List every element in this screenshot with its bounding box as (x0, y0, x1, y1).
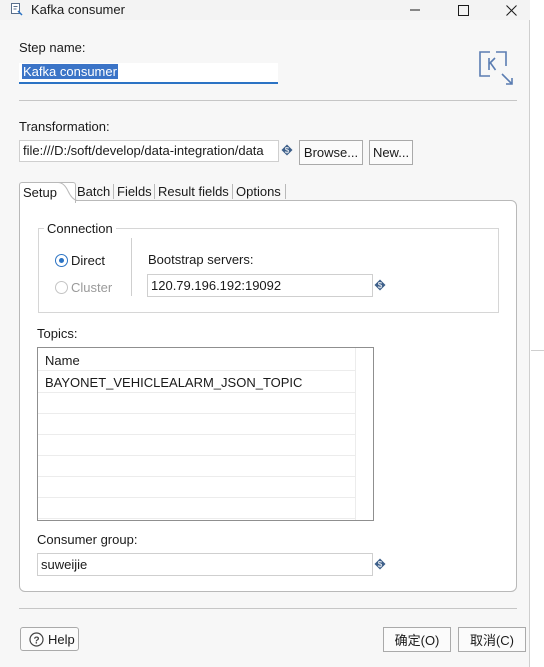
variable-icon: $ (374, 558, 386, 570)
minimize-icon (410, 9, 420, 11)
bootstrap-servers-label: Bootstrap servers: (148, 252, 254, 267)
title-bar: Kafka consumer (0, 0, 530, 20)
maximize-button[interactable] (440, 0, 486, 20)
table-row[interactable] (38, 477, 355, 498)
tab-divider (154, 184, 155, 199)
tab-batch[interactable]: Batch (75, 182, 112, 201)
tab-divider (285, 184, 286, 199)
consumer-group-label: Consumer group: (37, 532, 138, 547)
consumer-group-input[interactable]: suweijie (37, 553, 373, 576)
tab-divider (113, 184, 114, 199)
table-row[interactable]: BAYONET_VEHICLEALARM_JSON_TOPIC (38, 372, 355, 393)
direct-radio[interactable] (55, 254, 68, 267)
cluster-label: Cluster (71, 280, 113, 295)
window-title: Kafka consumer (31, 2, 125, 17)
table-header-name[interactable]: Name (38, 350, 355, 371)
help-label: Help (48, 631, 75, 647)
close-icon (505, 4, 517, 16)
tab-result-fields[interactable]: Result fields (156, 182, 231, 201)
svg-text:$: $ (378, 281, 383, 290)
ok-button[interactable]: 确定(O) (383, 627, 451, 652)
minimize-button[interactable] (392, 0, 438, 20)
cluster-radio[interactable] (55, 281, 68, 294)
connection-title: Connection (44, 221, 116, 236)
step-name-input[interactable]: Kafka consumer (19, 63, 278, 84)
table-cell: BAYONET_VEHICLEALARM_JSON_TOPIC (45, 375, 303, 390)
tab-divider (232, 184, 233, 199)
direct-label: Direct (71, 253, 105, 268)
help-button[interactable]: ? Help (20, 627, 79, 651)
svg-text:?: ? (33, 635, 39, 646)
variable-icon: $ (281, 144, 293, 156)
transformation-path-input[interactable]: file:///D:/soft/develop/data-integration… (19, 140, 279, 162)
table-row[interactable] (38, 435, 355, 456)
topics-label: Topics: (37, 326, 78, 341)
table-row[interactable] (38, 456, 355, 477)
transformation-label: Transformation: (19, 119, 110, 134)
table-row[interactable] (38, 498, 355, 519)
step-name-value: Kafka consumer (22, 64, 118, 79)
tab-fields[interactable]: Fields (115, 182, 154, 201)
help-icon: ? (29, 631, 44, 647)
maximize-icon (457, 4, 469, 16)
kafka-k-logo-icon (479, 51, 513, 85)
connection-divider (131, 238, 132, 296)
table-row[interactable] (38, 414, 355, 435)
kettle-step-icon (11, 3, 23, 16)
table-column-divider (355, 348, 356, 520)
topics-table: Name BAYONET_VEHICLEALARM_JSON_TOPIC (37, 347, 374, 521)
footer-separator (19, 608, 517, 609)
variable-icon: $ (374, 279, 386, 291)
svg-text:$: $ (285, 146, 290, 155)
step-name-label: Step name: (19, 40, 86, 55)
close-button[interactable] (488, 0, 534, 20)
new-button[interactable]: New... (369, 140, 413, 165)
bootstrap-servers-input[interactable]: 120.79.196.192:19092 (147, 274, 373, 297)
tab-edge (58, 182, 78, 201)
cancel-button[interactable]: 取消(C) (458, 627, 526, 652)
browse-button[interactable]: Browse... (299, 140, 363, 165)
dialog-window: Kafka consumer Step name: Kafka consumer… (0, 0, 530, 667)
header-separator (19, 100, 517, 101)
svg-text:$: $ (378, 560, 383, 569)
connection-group (38, 228, 499, 313)
tab-options[interactable]: Options (234, 182, 283, 201)
table-row[interactable] (38, 393, 355, 414)
background-edge (531, 350, 544, 351)
